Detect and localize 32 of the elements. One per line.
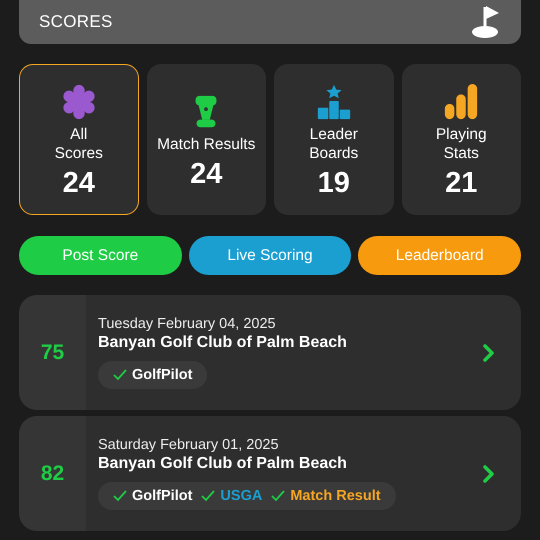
course-name: Banyan Golf Club of Palm Beach: [98, 334, 347, 352]
chevron-right-icon[interactable]: [483, 344, 495, 362]
tile-count: 24: [62, 167, 95, 200]
check-icon: [271, 490, 286, 502]
page-title: SCORES: [39, 12, 113, 32]
round-date: Saturday February 01, 2025: [98, 437, 279, 453]
tile-label: Playing Stats: [434, 125, 488, 163]
category-tile[interactable]: Playing Stats 21: [402, 64, 521, 215]
tile-label: Leader Boards: [308, 125, 360, 163]
golf-flag-icon: [471, 5, 501, 39]
category-tile[interactable]: Match Results 24: [146, 64, 266, 215]
tile-count: 21: [445, 167, 478, 200]
check-icon: [113, 490, 127, 502]
tile-count: 24: [190, 158, 222, 190]
category-tile[interactable]: Leader Boards 19: [274, 64, 394, 215]
source-tag: USGA: [220, 488, 262, 504]
round-card[interactable]: 82 Saturday February 01, 2025 Banyan Golf Club of Palm Beach GolfPilot USGA Match Result: [19, 416, 521, 531]
round-card[interactable]: 75 Tuesday February 04, 2025 Banyan Golf Club of Palm Beach GolfPilot: [19, 295, 521, 410]
tile-label: Match Results: [156, 134, 256, 154]
source-tag: GolfPilot: [132, 367, 192, 383]
check-icon: [113, 369, 127, 381]
tile-count: 19: [318, 167, 350, 200]
category-tile[interactable]: All Scores 24: [19, 64, 138, 215]
round-score: 75: [40, 340, 64, 364]
round-date: Tuesday February 04, 2025: [98, 316, 276, 332]
round-score: 82: [40, 462, 64, 486]
course-name: Banyan Golf Club of Palm Beach: [98, 455, 347, 473]
source-tag: GolfPilot: [132, 488, 192, 504]
check-icon: [201, 490, 216, 502]
source-tag: Match Result: [290, 488, 381, 504]
tile-label: All Scores: [54, 125, 104, 163]
chevron-right-icon[interactable]: [483, 464, 495, 482]
